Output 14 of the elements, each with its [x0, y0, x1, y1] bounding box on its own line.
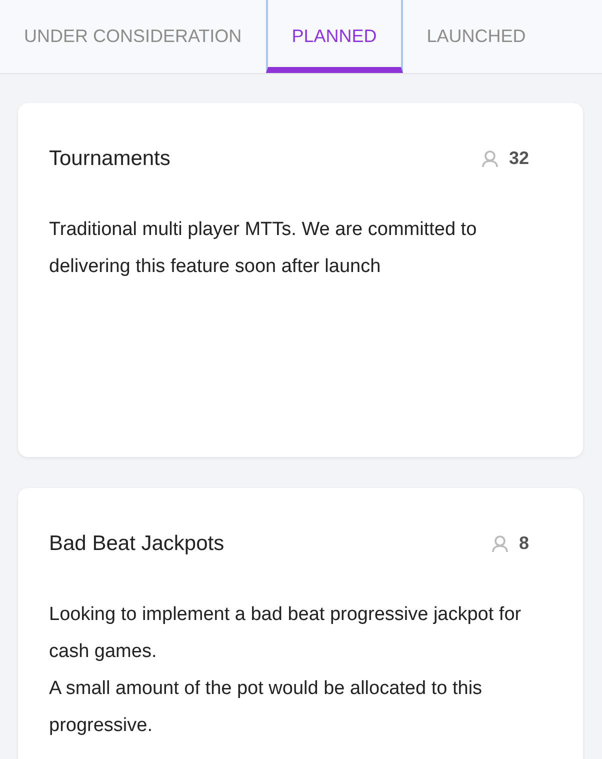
person-icon	[480, 150, 499, 168]
feature-card[interactable]: Bad Beat Jackpots 8 Looking to implement a bad beat progressive jackpot for cash games. A small amount of the pot would be allocated to this progressive.	[18, 488, 583, 759]
card-title: Tournaments	[49, 146, 170, 172]
card-description: Looking to implement a bad beat progressive jackpot for cash games.	[49, 602, 522, 664]
tab[interactable]: PLANNED	[266, 0, 403, 73]
vote-count: 32	[508, 147, 529, 170]
tab[interactable]: UNDER CONSIDERATION	[0, 0, 266, 73]
vote-count: 8	[518, 532, 529, 556]
card-description: Traditional multi player MTTs. We are committed to delivering this feature soon after launch	[49, 218, 478, 278]
feature-card[interactable]: Tournaments 32 Traditional multi player MTTs. We are committed to delivering this feature soon after launch	[18, 103, 583, 457]
person-icon	[490, 534, 509, 553]
card-description: A small amount of the pot would be allocated to this progressive.	[49, 676, 484, 738]
tab[interactable]: LAUNCHED	[402, 0, 550, 73]
card-title: Bad Beat Jackpots	[49, 531, 224, 557]
